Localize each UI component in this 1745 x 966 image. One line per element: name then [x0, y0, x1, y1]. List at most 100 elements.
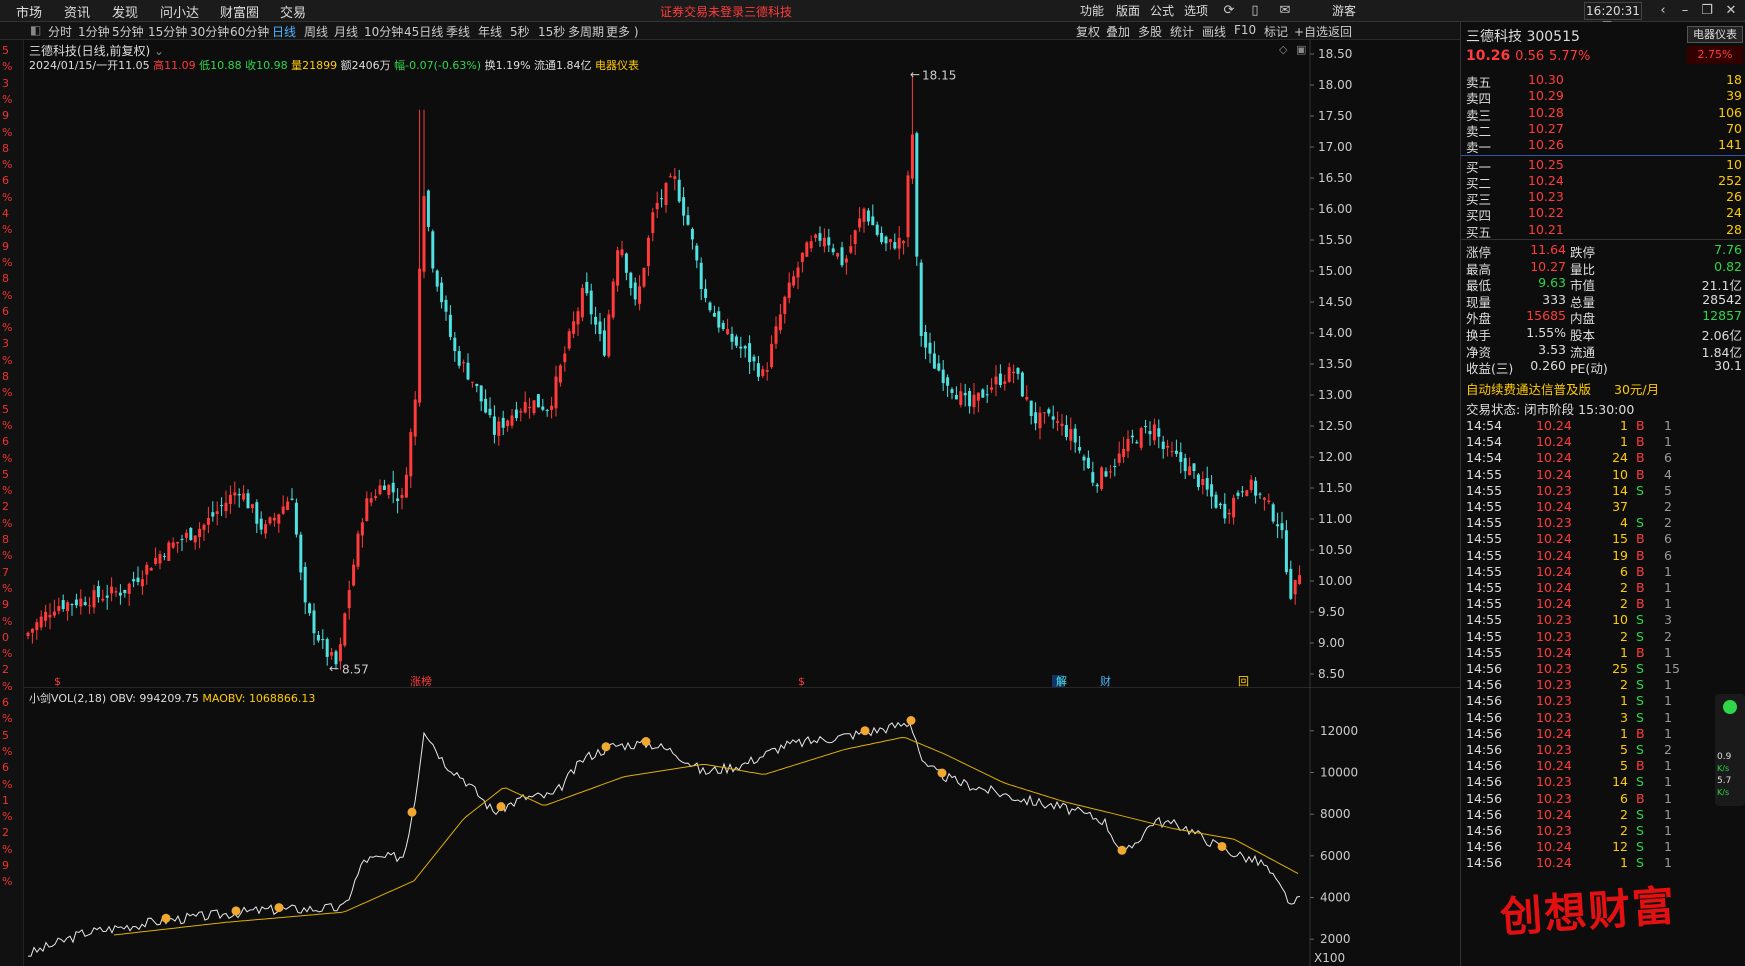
- signal-hand-icon[interactable]: [1117, 845, 1127, 855]
- signal-hand-icon[interactable]: [906, 716, 916, 725]
- tick-row[interactable]: 14:55 10.23 10 S 3: [1466, 612, 1745, 628]
- menu-layout[interactable]: 版面: [1116, 2, 1140, 19]
- menu-news[interactable]: 资讯: [64, 2, 90, 21]
- volume-indicator-chart[interactable]: 12000 10000 8000 6000 4000 2000 X100: [24, 688, 1460, 966]
- bid-row[interactable]: 买二 10.24 252: [1466, 173, 1745, 191]
- ask-row[interactable]: 卖二 10.27 70: [1466, 121, 1745, 139]
- quote-sector[interactable]: 电器仪表: [595, 59, 639, 72]
- event-marker-label[interactable]: 回: [1238, 675, 1249, 688]
- period-13[interactable]: 5秒: [510, 23, 530, 40]
- tick-row[interactable]: 14:55 10.24 2 B 1: [1466, 596, 1745, 612]
- menu-discover[interactable]: 发现: [112, 2, 138, 21]
- diamond-icon[interactable]: ◇: [1279, 43, 1288, 56]
- kline-chart[interactable]: 18.50 18.00 17.50 17.00 16.50 16.00 15.50 15.00…: [24, 40, 1460, 688]
- mail-icon[interactable]: ✉: [1276, 0, 1294, 22]
- minimize-icon[interactable]: –: [1674, 0, 1696, 22]
- period-5[interactable]: 60分钟: [230, 23, 269, 40]
- restore-icon[interactable]: ❐: [1696, 0, 1718, 22]
- chevron-down-icon[interactable]: ⌄: [154, 44, 164, 58]
- speed-widget[interactable]: 0.9 K/s 5.7 K/s: [1715, 694, 1745, 806]
- signal-hand-icon[interactable]: [231, 906, 241, 916]
- tick-row[interactable]: 14:55 10.24 37 2: [1466, 499, 1745, 515]
- period-2[interactable]: 5分钟: [112, 23, 144, 40]
- menu-market[interactable]: 市场: [16, 2, 42, 21]
- tick-row[interactable]: 14:56 10.24 2 S 1: [1466, 807, 1745, 823]
- period-8[interactable]: 月线: [334, 23, 358, 40]
- tick-row[interactable]: 14:55 10.23 2 S 2: [1466, 629, 1745, 645]
- tick-row[interactable]: 14:54 10.24 1 B 1: [1466, 418, 1745, 434]
- signal-hand-icon[interactable]: [161, 913, 171, 923]
- event-marker-label[interactable]: 财: [1100, 674, 1111, 688]
- period-3[interactable]: 15分钟: [148, 23, 187, 40]
- tick-row[interactable]: 14:54 10.24 24 B 6: [1466, 450, 1745, 466]
- period-11[interactable]: 季线: [446, 23, 470, 40]
- refresh-icon[interactable]: ⟳: [1220, 0, 1238, 22]
- period-16[interactable]: 更多 ): [606, 23, 639, 40]
- tick-row[interactable]: 14:56 10.24 1 S 1: [1466, 855, 1745, 871]
- tick-row[interactable]: 14:55 10.24 1 B 1: [1466, 645, 1745, 661]
- period-10[interactable]: 45日线: [404, 23, 443, 40]
- tool-adjust[interactable]: 复权: [1076, 23, 1100, 40]
- tool-overlay[interactable]: 叠加: [1106, 23, 1130, 40]
- signal-hand-icon[interactable]: [407, 807, 417, 817]
- login-notice[interactable]: 证券交易未登录: [660, 3, 744, 20]
- tool-mark[interactable]: 标记: [1264, 23, 1288, 40]
- ask-row[interactable]: 卖四 10.29 39: [1466, 88, 1745, 106]
- period-0[interactable]: 分时: [48, 23, 72, 40]
- sector-button[interactable]: 电器仪表: [1687, 26, 1743, 43]
- bid-row[interactable]: 买一 10.25 10: [1466, 157, 1745, 175]
- event-marker-label[interactable]: 解: [1056, 674, 1067, 688]
- menu-trade[interactable]: 交易: [280, 2, 306, 21]
- signal-hand-icon[interactable]: [641, 737, 651, 747]
- tick-row[interactable]: 14:56 10.23 5 S 2: [1466, 742, 1745, 758]
- tick-row[interactable]: 14:54 10.24 1 B 1: [1466, 434, 1745, 450]
- tick-row[interactable]: 14:56 10.24 5 B 1: [1466, 758, 1745, 774]
- sidebar-toggle-icon[interactable]: ◧: [30, 23, 41, 37]
- period-4[interactable]: 30分钟: [190, 23, 229, 40]
- volume-title[interactable]: 小剑VOL(2,18): [29, 692, 106, 705]
- menu-function[interactable]: 功能: [1080, 2, 1104, 19]
- phone-icon[interactable]: ▯: [1246, 0, 1264, 22]
- ask-row[interactable]: 卖五 10.30 18: [1466, 72, 1745, 90]
- tick-row[interactable]: 14:55 10.24 10 B 4: [1466, 467, 1745, 483]
- signal-hand-icon[interactable]: [860, 726, 870, 736]
- event-marker-label[interactable]: 涨榜: [410, 674, 432, 688]
- maximize-icon[interactable]: ▣: [1296, 43, 1306, 56]
- period-1[interactable]: 1分钟: [78, 23, 110, 40]
- period-9[interactable]: 10分钟: [364, 23, 403, 40]
- user-guest[interactable]: 游客: [1332, 2, 1356, 19]
- tick-row[interactable]: 14:56 10.24 1 B 1: [1466, 726, 1745, 742]
- bid-row[interactable]: 买三 10.23 26: [1466, 189, 1745, 207]
- tool-return[interactable]: 返回: [1328, 23, 1352, 40]
- tool-draw[interactable]: 画线: [1202, 23, 1226, 40]
- tick-row[interactable]: 14:56 10.23 3 S 1: [1466, 710, 1745, 726]
- period-7[interactable]: 周线: [304, 23, 328, 40]
- period-14[interactable]: 15秒: [538, 23, 565, 40]
- tool-multi[interactable]: 多股: [1138, 23, 1162, 40]
- back-icon[interactable]: ‹: [1652, 0, 1674, 22]
- event-marker-label[interactable]: $: [798, 675, 805, 688]
- menu-options[interactable]: 选项: [1184, 2, 1208, 19]
- period-12[interactable]: 年线: [478, 23, 502, 40]
- signal-hand-icon[interactable]: [937, 768, 947, 778]
- bid-row[interactable]: 买五 10.21 28: [1466, 222, 1745, 240]
- ad-line[interactable]: 自动续费通达信普及版 30元/月: [1466, 379, 1745, 397]
- tick-row[interactable]: 14:56 10.23 2 S 1: [1466, 823, 1745, 839]
- menu-wealth-circle[interactable]: 财富圈: [220, 2, 259, 21]
- tick-row[interactable]: 14:56 10.23 6 B 1: [1466, 791, 1745, 807]
- bid-row[interactable]: 买四 10.22 24: [1466, 205, 1745, 223]
- tick-row[interactable]: 14:55 10.24 15 B 6: [1466, 531, 1745, 547]
- tick-row[interactable]: 14:55 10.24 6 B 1: [1466, 564, 1745, 580]
- tick-row[interactable]: 14:56 10.23 14 S 1: [1466, 774, 1745, 790]
- tick-row[interactable]: 14:55 10.23 14 S 5: [1466, 483, 1745, 499]
- event-marker-label[interactable]: $: [54, 675, 61, 688]
- signal-hand-icon[interactable]: [274, 903, 284, 913]
- chart-title[interactable]: 三德科技(日线,前复权): [29, 44, 150, 58]
- tick-row[interactable]: 14:56 10.24 12 S 1: [1466, 839, 1745, 855]
- tick-row[interactable]: 14:56 10.23 25 S 15: [1466, 661, 1745, 677]
- period-6[interactable]: 日线: [272, 23, 296, 40]
- tick-row[interactable]: 14:55 10.24 2 B 1: [1466, 580, 1745, 596]
- tick-row[interactable]: 14:55 10.24 19 B 6: [1466, 548, 1745, 564]
- ask-row[interactable]: 卖一 10.26 141: [1466, 137, 1745, 155]
- tool-add-watch[interactable]: +自选: [1294, 23, 1328, 40]
